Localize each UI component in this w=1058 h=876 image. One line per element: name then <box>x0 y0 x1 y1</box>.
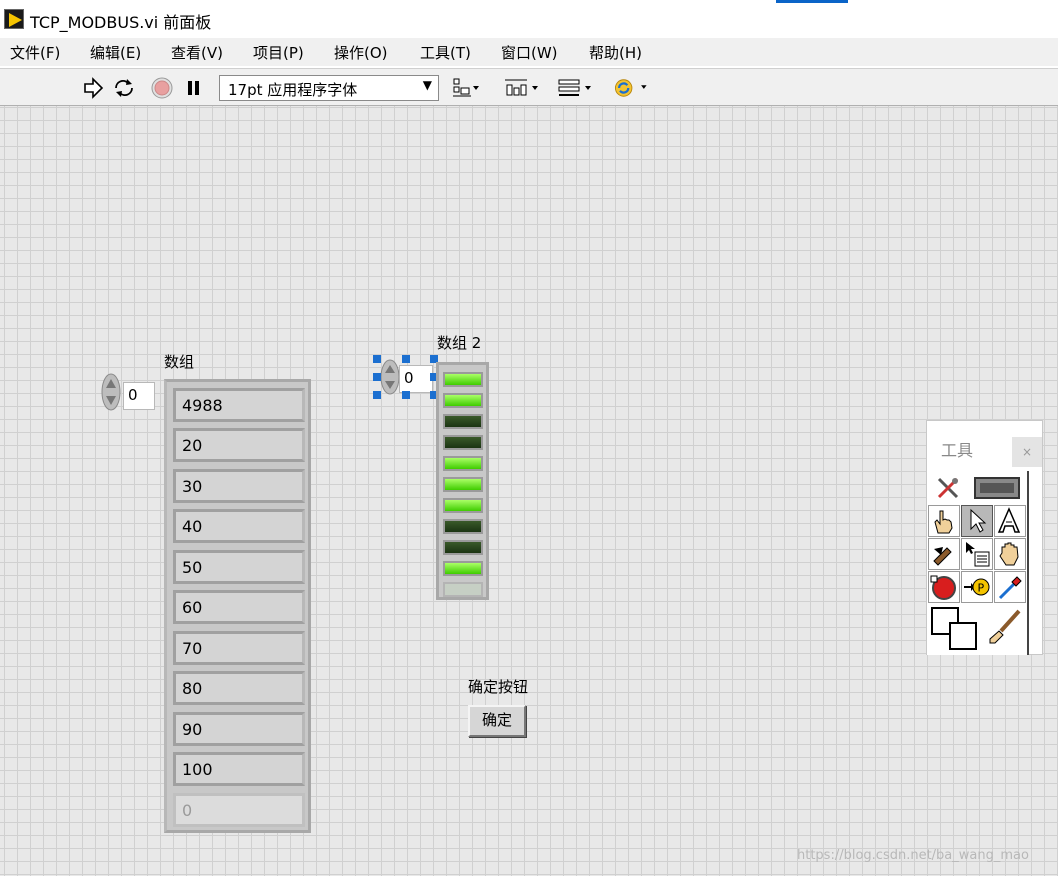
tool-position-cell[interactable] <box>961 505 993 537</box>
object-shortcut-menu-icon <box>966 542 990 567</box>
ok-button-label: 确定按钮 <box>468 678 529 696</box>
align-objects-icon[interactable] <box>451 77 479 99</box>
menu-help[interactable]: 帮助(H) <box>589 42 642 63</box>
selection-handle[interactable] <box>373 355 381 363</box>
selection-handle[interactable] <box>402 355 410 363</box>
tools-palette-title: 工具 <box>941 441 974 460</box>
led-element[interactable] <box>443 519 483 534</box>
led-element[interactable] <box>443 540 483 555</box>
paintbrush-icon[interactable] <box>985 607 1025 647</box>
selection-handle[interactable] <box>402 391 410 399</box>
tool-getcolor-cell[interactable] <box>994 571 1026 603</box>
menu-bar: 文件(F) 编辑(E) 查看(V) 项目(P) 操作(O) 工具(T) 窗口(W… <box>0 38 1058 66</box>
breakpoint-icon <box>930 575 956 600</box>
menu-tools[interactable]: 工具(T) <box>420 42 471 63</box>
distribute-objects-icon[interactable] <box>503 77 539 99</box>
led-element[interactable] <box>443 498 483 513</box>
array1-element[interactable]: 50 <box>173 550 305 584</box>
edit-text-icon <box>997 507 1021 533</box>
operate-value-icon <box>934 510 953 534</box>
led-element[interactable] <box>443 372 483 387</box>
menu-window[interactable]: 窗口(W) <box>501 42 558 63</box>
array2-frame <box>436 362 489 600</box>
tools-grid: P <box>927 471 1029 655</box>
led-element[interactable] <box>443 456 483 471</box>
array1-element[interactable]: 30 <box>173 469 305 503</box>
automatic-tool-selection-icon[interactable] <box>935 475 963 503</box>
tool-breakpoint-cell[interactable] <box>928 571 960 603</box>
menu-edit[interactable]: 编辑(E) <box>90 42 141 63</box>
tool-wire-cell[interactable] <box>928 538 960 570</box>
ok-button[interactable]: 确定 <box>468 705 526 737</box>
probe-icon: P <box>964 578 990 596</box>
array1-index-input[interactable]: 0 <box>123 382 155 410</box>
array1-element[interactable]: 60 <box>173 590 305 624</box>
resize-objects-icon[interactable] <box>557 77 593 99</box>
svg-text:P: P <box>978 582 985 595</box>
tool-probe-cell[interactable]: P <box>961 571 993 603</box>
labview-vi-icon <box>4 9 24 29</box>
menu-operate[interactable]: 操作(O) <box>334 42 388 63</box>
window-title: TCP_MODBUS.vi 前面板 <box>30 13 212 32</box>
title-bar: TCP_MODBUS.vi 前面板 <box>0 0 1058 38</box>
run-arrow-icon[interactable] <box>82 77 104 99</box>
front-panel[interactable]: 数组 0 4988 20 30 40 50 60 70 80 90 100 0 … <box>0 106 1058 876</box>
tool-shortcut-cell[interactable] <box>961 538 993 570</box>
tool-text-cell[interactable] <box>994 505 1026 537</box>
watermark: https://blog.csdn.net/ba_wang_mao <box>797 848 1029 863</box>
array2-index-spinner[interactable] <box>380 358 400 396</box>
close-icon[interactable]: × <box>1012 437 1042 467</box>
array1-element[interactable]: 90 <box>173 712 305 746</box>
array1-element[interactable]: 70 <box>173 631 305 665</box>
toolbar: 17pt 应用程序字体 ▼ <box>0 68 1058 106</box>
led-element[interactable] <box>443 414 483 429</box>
menu-project[interactable]: 项目(P) <box>253 42 304 63</box>
array1-frame: 4988 20 30 40 50 60 70 80 90 100 0 <box>164 379 311 833</box>
led-element[interactable] <box>443 561 483 576</box>
selection-handle[interactable] <box>373 373 381 381</box>
array1-label: 数组 <box>164 353 195 371</box>
array1-index-spinner[interactable] <box>101 373 121 411</box>
run-continuously-icon[interactable] <box>112 77 136 99</box>
array2-index-input[interactable]: 0 <box>399 365 433 393</box>
array2-label: 数组 2 <box>437 334 482 352</box>
scroll-window-icon <box>999 542 1019 566</box>
automatic-tool-selection-led-icon[interactable] <box>973 475 1021 503</box>
set-color-icon[interactable] <box>930 605 988 651</box>
tools-palette: 工具 × P <box>926 420 1043 655</box>
window-accent-bar <box>776 0 848 3</box>
led-element[interactable] <box>443 477 483 492</box>
tool-scroll-cell[interactable] <box>994 538 1026 570</box>
chevron-down-icon: ▼ <box>422 78 432 92</box>
array1-element[interactable]: 4988 <box>173 388 305 422</box>
array1-element[interactable]: 80 <box>173 671 305 705</box>
position-select-icon <box>970 508 987 533</box>
pause-icon[interactable] <box>185 77 203 99</box>
font-select[interactable]: 17pt 应用程序字体 ▼ <box>219 75 439 101</box>
abort-icon[interactable] <box>150 77 174 99</box>
connect-wire-icon <box>933 547 952 566</box>
tools-palette-header: 工具 × <box>927 421 1042 471</box>
led-element-empty[interactable] <box>443 582 483 597</box>
array1-element-empty[interactable]: 0 <box>173 793 305 827</box>
font-select-value: 17pt 应用程序字体 <box>228 81 358 99</box>
tool-operate-cell[interactable] <box>928 505 960 537</box>
reorder-icon[interactable] <box>611 77 651 99</box>
get-color-icon <box>998 576 1022 600</box>
led-element[interactable] <box>443 393 483 408</box>
menu-view[interactable]: 查看(V) <box>171 42 223 63</box>
array1-element[interactable]: 40 <box>173 509 305 543</box>
array1-element[interactable]: 100 <box>173 752 305 786</box>
selection-handle[interactable] <box>373 391 381 399</box>
array1-element[interactable]: 20 <box>173 428 305 462</box>
led-element[interactable] <box>443 435 483 450</box>
menu-file[interactable]: 文件(F) <box>10 42 60 63</box>
